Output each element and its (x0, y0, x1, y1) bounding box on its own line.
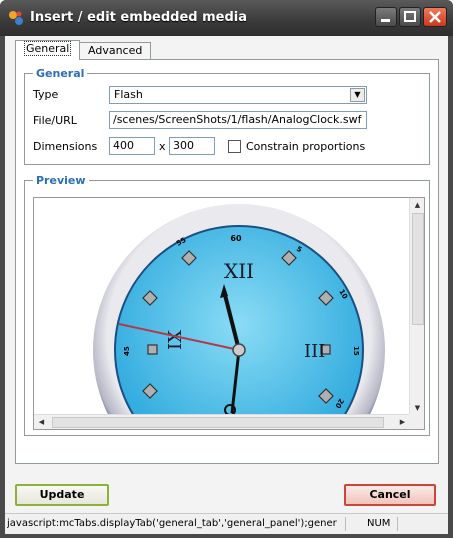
file-url-label: File/URL (33, 114, 77, 127)
tab-advanced[interactable]: Advanced (79, 42, 152, 59)
minimize-icon (381, 19, 390, 22)
tab-general[interactable]: General (15, 40, 81, 60)
status-divider (345, 517, 346, 531)
vertical-scroll-thumb[interactable] (412, 213, 424, 325)
numeral-iii: III (304, 341, 325, 362)
type-select-value: Flash (114, 88, 143, 101)
preview-fieldset: Preview 60 5 10 15 20 45 55 XII III IX ▲… (24, 174, 430, 436)
close-button[interactable] (423, 7, 447, 27)
scroll-right-icon[interactable]: ▶ (395, 415, 410, 429)
file-url-input[interactable]: /scenes/ScreenShots/1/flash/AnalogClock.… (109, 111, 367, 129)
status-bar: javascript:mcTabs.displayTab('general_ta… (5, 513, 448, 534)
general-panel: General Type Flash ▼ File/URL /scenes/Sc… (15, 59, 439, 464)
minute-label-15: 15 (352, 346, 360, 356)
type-label: Type (33, 88, 59, 101)
analog-clock: 60 5 10 15 20 45 55 XII III IX (93, 204, 385, 416)
status-text: javascript:mcTabs.displayTab('general_ta… (7, 518, 337, 529)
dialog-body: General Advanced General Type Flash ▼ Fi… (5, 36, 448, 533)
constrain-label: Constrain proportions (246, 140, 366, 153)
numeral-ix: IX (165, 330, 186, 350)
dialog-window: Insert / edit embedded media General Adv… (0, 0, 453, 538)
scrollbar-corner (409, 414, 424, 429)
maximize-button[interactable] (399, 7, 421, 27)
scroll-left-icon[interactable]: ◀ (34, 415, 49, 429)
maximize-icon (404, 11, 416, 22)
cancel-button[interactable]: Cancel (344, 484, 436, 506)
status-divider (397, 517, 398, 531)
type-select[interactable]: Flash ▼ (109, 86, 367, 104)
vertical-scrollbar[interactable]: ▲ ▼ (409, 198, 424, 416)
update-button[interactable]: Update (15, 484, 109, 506)
minute-label-45: 45 (123, 346, 131, 356)
width-input[interactable]: 400 (109, 137, 155, 155)
close-icon (429, 11, 441, 23)
constrain-checkbox[interactable] (228, 140, 241, 153)
horizontal-scroll-thumb[interactable] (52, 417, 384, 428)
horizontal-scrollbar[interactable]: ◀ ▶ (34, 414, 410, 429)
minute-label-60: 60 (230, 234, 242, 243)
chevron-down-icon[interactable]: ▼ (350, 88, 365, 102)
clock-center-cap (232, 343, 246, 357)
title-bar[interactable]: Insert / edit embedded media (0, 0, 453, 36)
general-legend: General (33, 67, 88, 80)
num-lock-indicator: NUM (367, 518, 391, 529)
preview-legend: Preview (33, 174, 89, 187)
scroll-up-icon[interactable]: ▲ (410, 198, 424, 213)
height-input[interactable]: 300 (169, 137, 215, 155)
general-fieldset: General Type Flash ▼ File/URL /scenes/Sc… (24, 67, 430, 165)
dimensions-label: Dimensions (33, 140, 98, 153)
preview-frame[interactable]: 60 5 10 15 20 45 55 XII III IX ▲ ▼ ◀ ▶ (33, 197, 425, 430)
numeral-xii: XII (224, 259, 254, 283)
tinymce-media-icon (9, 11, 23, 25)
minimize-button[interactable] (375, 7, 397, 27)
window-title: Insert / edit embedded media (30, 10, 248, 25)
times-symbol: x (159, 140, 166, 153)
